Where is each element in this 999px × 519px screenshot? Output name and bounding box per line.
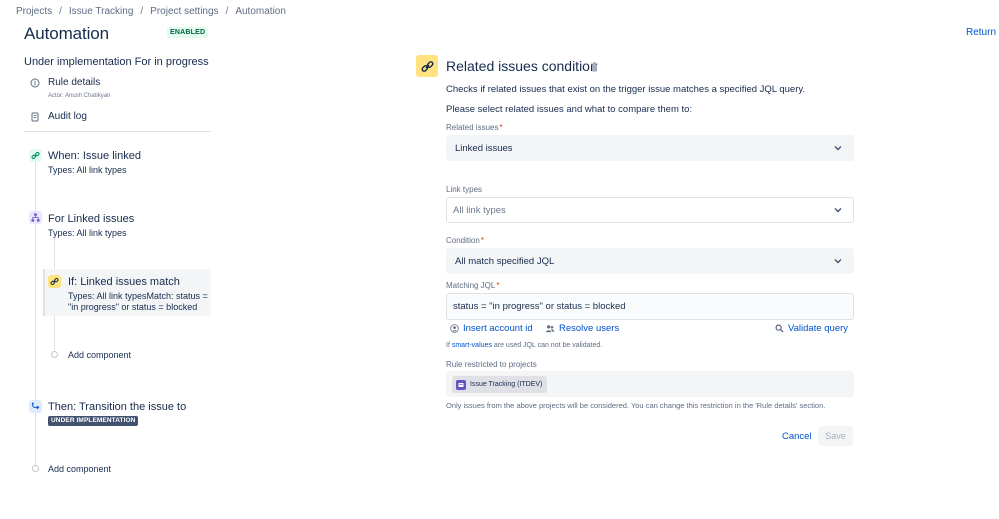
restriction-footnote: Only issues from the above projects will… [446, 401, 826, 410]
project-chip-label: Issue Tracking (ITDEV) [470, 381, 543, 388]
save-button[interactable]: Save [818, 426, 853, 446]
document-icon [30, 112, 40, 122]
required-marker: * [496, 281, 500, 290]
branch-icon [29, 211, 42, 224]
sidebar-divider [24, 131, 211, 132]
user-icon [450, 324, 459, 333]
restricted-projects-label: Rule restricted to projects [446, 360, 537, 369]
breadcrumb-automation[interactable]: Automation [235, 6, 286, 17]
rule-name: Under implementation For in progress [24, 56, 209, 68]
branch-subtitle: Types: All link types [48, 228, 127, 238]
sidebar-item-label: Audit log [48, 111, 87, 122]
insert-account-id-label: Insert account id [463, 323, 533, 334]
breadcrumb-project-settings[interactable]: Project settings [150, 6, 218, 17]
validate-query-button[interactable]: Validate query [775, 323, 848, 334]
search-icon [775, 324, 784, 333]
breadcrumb-separator: / [140, 5, 144, 17]
chevron-down-icon [834, 208, 842, 213]
link-icon [29, 149, 42, 162]
related-issues-select[interactable]: Linked issues [446, 135, 854, 161]
link-icon [416, 55, 438, 77]
link-icon [48, 275, 61, 288]
info-icon [30, 78, 40, 88]
smart-values-hint: If smart-values are used JQL can not be … [446, 342, 602, 349]
required-marker: * [480, 236, 484, 245]
action-title[interactable]: Then: Transition the issue to [48, 401, 186, 413]
field-label-text: Condition [446, 236, 480, 245]
transition-icon [29, 400, 42, 413]
hint-suffix: are used JQL can not be validated. [491, 342, 603, 349]
field-label-text: Related issues [446, 123, 499, 132]
users-icon [545, 325, 555, 333]
sidebar-item-label: Rule details [48, 77, 101, 88]
trigger-subtitle: Types: All link types [48, 165, 127, 175]
breadcrumb-separator: / [225, 5, 229, 17]
add-component-dot [51, 351, 58, 358]
link-types-select[interactable]: All link types [446, 197, 854, 223]
breadcrumb-separator: / [59, 5, 62, 17]
trigger-title[interactable]: When: Issue linked [48, 150, 141, 162]
condition-select[interactable]: All match specified JQL [446, 248, 854, 274]
chevron-down-icon [834, 259, 842, 264]
required-marker: * [499, 123, 503, 132]
status-pill-under-implementation: UNDER IMPLEMENTATION [48, 416, 139, 426]
resolve-users-label: Resolve users [559, 323, 620, 334]
validate-query-label: Validate query [788, 323, 849, 334]
condition-subtitle: Types: All link typesMatch: status = "in… [68, 291, 208, 312]
panel-title: Related issues condition [446, 58, 598, 74]
sidebar-item-rule-details[interactable]: Rule details [30, 77, 100, 88]
chevron-down-icon [834, 146, 842, 151]
resolve-users-button[interactable]: Resolve users [545, 323, 619, 334]
link-types-placeholder: All link types [453, 204, 506, 216]
trash-icon[interactable] [590, 61, 599, 75]
breadcrumb-projects[interactable]: Projects [16, 6, 52, 17]
panel-instruction: Please select related issues and what to… [446, 104, 693, 115]
project-chip: Issue Tracking (ITDEV) [452, 376, 548, 393]
matching-jql-input[interactable]: status = "in progress" or status = block… [446, 293, 854, 320]
smart-values-link[interactable]: smart-values [452, 342, 492, 349]
panel-description: Checks if related issues that exist on t… [446, 84, 806, 95]
breadcrumb-issue-tracking[interactable]: Issue Tracking [69, 6, 133, 17]
branch-title[interactable]: For Linked issues [48, 213, 134, 225]
matching-jql-label: Matching JQL* [446, 281, 499, 290]
insert-account-id-button[interactable]: Insert account id [450, 323, 533, 334]
related-issues-label: Related issues* [446, 123, 503, 132]
condition-value: All match specified JQL [455, 255, 555, 267]
breadcrumb: Projects / Issue Tracking / Project sett… [16, 4, 286, 18]
flow-connector-line [35, 162, 36, 465]
page-title: Automation [24, 24, 109, 43]
branch-add-component-button[interactable]: Add component [68, 350, 131, 360]
condition-label: Condition* [446, 236, 484, 245]
add-component-dot [32, 465, 39, 472]
enabled-status-badge: ENABLED [167, 27, 209, 38]
condition-title[interactable]: If: Linked issues match [68, 276, 180, 288]
link-types-label: Link types [446, 185, 483, 194]
project-avatar-icon [456, 379, 466, 390]
field-label-text: Matching JQL [446, 281, 496, 290]
sidebar-item-audit-log[interactable]: Audit log [30, 111, 87, 122]
cancel-button[interactable]: Cancel [777, 426, 817, 446]
return-link[interactable]: Return t [966, 27, 999, 38]
rule-actor: Actor: Anush Chatikyan [48, 93, 111, 99]
related-issues-value: Linked issues [455, 142, 513, 154]
add-component-button[interactable]: Add component [48, 464, 111, 474]
